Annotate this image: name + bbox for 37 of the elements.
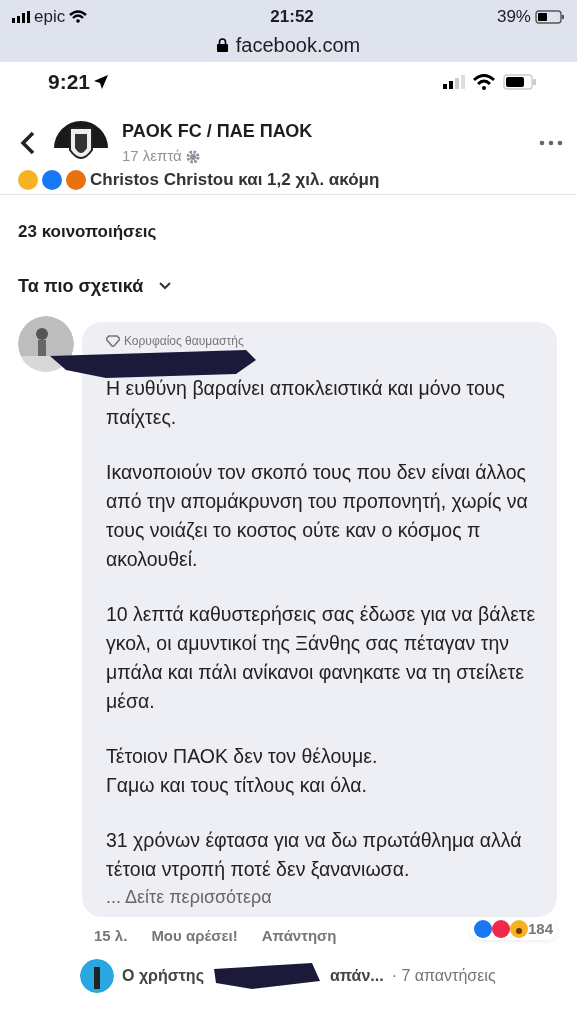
replier-prefix[interactable]: Ο χρήστης — [122, 964, 204, 988]
comment-paragraph: 31 χρόνων έφτασα για να δω πρωτάθλημα αλλά τέτοια ντροπή ποτέ δεν ξανανιωσα. — [106, 827, 523, 882]
comment-paragraph: Τέτοιον ΠΑΟΚ δεν τον θέλουμε. Γαμω και τους τίτλους και όλα. — [106, 743, 379, 798]
back-chevron-icon — [20, 131, 36, 155]
lock-icon — [216, 37, 228, 52]
battery-icon — [503, 74, 537, 90]
location-arrow-icon — [94, 75, 109, 89]
reaction-count: 184 — [527, 918, 553, 939]
wifi-icon — [69, 10, 88, 24]
sort-dropdown[interactable]: Τα πιο σχετικά — [18, 272, 144, 300]
gear-icon — [185, 149, 200, 164]
battery-percent: 39% — [496, 6, 531, 28]
reply-link[interactable]: Απάντηση — [261, 924, 337, 947]
clock-text: 9:21 — [48, 69, 91, 96]
comment-paragraph: Ικανοποιούν τον σκοπό τους που δεν είναι άλλος από την απομάκρυνση του προπονητή, χωρίς να τους νοιάζει το κοστος ούτε καν ο κόσμος π ακολουθεί. — [106, 459, 529, 572]
shares-count[interactable]: 23 κοινοποιήσεις — [0, 195, 577, 245]
replies-count[interactable]: · 7 απαντήσεις — [391, 964, 496, 988]
address-bar-url[interactable]: facebook.com — [235, 29, 361, 60]
replies-text[interactable]: απάν... — [329, 964, 384, 988]
chevron-down-icon — [159, 282, 172, 290]
battery-icon — [535, 9, 565, 24]
page-name[interactable]: PAOK FC / ΠΑΕ ΠΑΟΚ — [122, 118, 539, 146]
carrier-name: epic — [34, 6, 66, 28]
post-time: 17 λεπτά — [122, 146, 182, 167]
see-more-link[interactable]: ... Δείτε περισσότερα — [106, 883, 541, 911]
diamond-icon — [106, 334, 120, 347]
comment-paragraph: Η ευθύνη βαραίνει αποκλειστικά και μόνο τους παίχτες. — [106, 375, 506, 430]
clock-text: 21:52 — [270, 6, 314, 28]
comment-paragraph: 10 λεπτά καθυστερήσεις σας έδωσε για να βάλετε γκολ, οι αμυντικοί της Ξάνθης σας πέταγαν την μπάλα και πάλι ανίκανοι φανηκατε να τη στείλετε μέσα. — [106, 601, 537, 714]
more-options-icon — [539, 140, 563, 146]
reactions-summary-text[interactable]: Christos Christou και 1,2 χιλ. ακόμη — [90, 170, 380, 190]
like-link[interactable]: Μου αρέσει! — [151, 924, 238, 947]
wifi-icon — [473, 74, 495, 90]
top-fan-label: Κορυφαίος θαυμαστής — [124, 332, 244, 350]
signal-icon — [443, 75, 465, 89]
signal-icon — [12, 10, 30, 23]
comment-age: 15 λ. — [94, 925, 128, 946]
